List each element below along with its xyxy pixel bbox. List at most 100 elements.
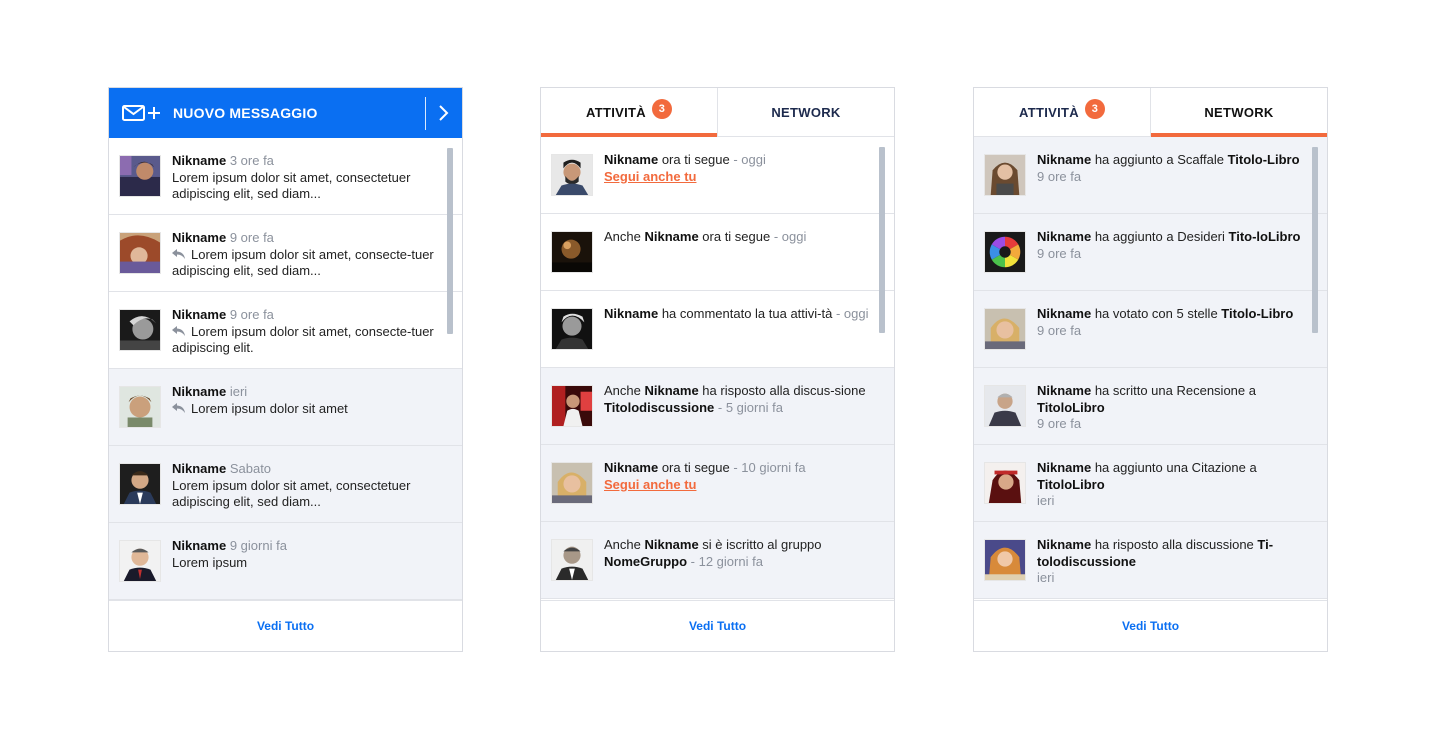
network-item[interactable]: Nikname ha votato con 5 stelle Titolo-Li… (974, 291, 1327, 368)
message-text: Nikname ieri Lorem ipsum dolor sit amet (172, 384, 440, 417)
message-item[interactable]: Nikname 9 ore fa Lorem ipsum dolor sit a… (109, 215, 462, 292)
activity-item[interactable]: Nikname ora ti segue - oggi Segui anche … (541, 137, 894, 214)
sender-name[interactable]: Nikname (172, 230, 226, 245)
activity-item[interactable]: Anche Nikname si è iscritto al gruppo No… (541, 522, 894, 599)
footer: Vedi Tutto (974, 600, 1327, 651)
network-text: Nikname ha aggiunto a Scaffale Titolo-Li… (1037, 152, 1305, 185)
activity-list[interactable]: Nikname ora ti segue - oggi Segui anche … (541, 137, 894, 599)
tab-network[interactable]: NETWORK (717, 88, 894, 136)
avatar (551, 385, 593, 427)
activity-time: - 12 giorni fa (687, 553, 763, 569)
network-item[interactable]: Nikname ha aggiunto a Scaffale Titolo-Li… (974, 137, 1327, 214)
scrollbar[interactable] (1312, 147, 1318, 333)
activity-item[interactable]: Nikname ora ti segue - 10 giorni fa Segu… (541, 445, 894, 522)
network-text: Nikname ha risposto alla discussione Ti-… (1037, 537, 1305, 587)
user-name[interactable]: Nikname (644, 537, 698, 552)
book-title-link[interactable]: Titolo-Libro (1228, 152, 1300, 167)
sender-name[interactable]: Nikname (172, 538, 226, 553)
network-time: 9 ore fa (1037, 245, 1082, 261)
book-title-link[interactable]: TitoloLibro (1037, 400, 1105, 415)
scrollbar[interactable] (879, 147, 885, 333)
new-message-header[interactable]: NUOVO MESSAGGIO (109, 88, 462, 138)
book-title-link[interactable]: Tito-loLibro (1229, 229, 1301, 244)
avatar (119, 232, 161, 274)
see-all-link[interactable]: Vedi Tutto (257, 619, 314, 633)
message-item[interactable]: Nikname 9 ore fa Lorem ipsum dolor sit a… (109, 292, 462, 369)
see-all-link[interactable]: Vedi Tutto (1122, 619, 1179, 633)
reply-icon (172, 324, 186, 336)
message-text: Nikname 9 ore fa Lorem ipsum dolor sit a… (172, 230, 440, 280)
network-item[interactable]: Nikname ha scritto una Recensione a Tito… (974, 368, 1327, 445)
tab-activity[interactable]: ATTIVITÀ 3 (541, 88, 717, 137)
network-list[interactable]: Nikname ha aggiunto a Scaffale Titolo-Li… (974, 137, 1327, 599)
follow-back-link[interactable]: Segui anche tu (604, 477, 696, 492)
compose-message-icon[interactable] (122, 103, 162, 123)
avatar (119, 463, 161, 505)
user-name[interactable]: Nikname (1037, 152, 1091, 167)
message-list[interactable]: Nikname 3 ore fa Lorem ipsum dolor sit a… (109, 138, 462, 600)
activity-action: ora ti segue (698, 229, 771, 244)
footer: Vedi Tutto (541, 600, 894, 651)
message-preview: Lorem ipsum dolor sit amet, consecte-tue… (172, 246, 434, 279)
user-name[interactable]: Nikname (644, 229, 698, 244)
activity-text: Anche Nikname ora ti segue - oggi (604, 229, 872, 246)
network-item[interactable]: Nikname ha aggiunto a Desideri Tito-loLi… (974, 214, 1327, 291)
sender-name[interactable]: Nikname (172, 307, 226, 322)
avatar (984, 462, 1026, 504)
avatar (119, 540, 161, 582)
activity-item[interactable]: Anche Nikname ora ti segue - oggi (541, 214, 894, 291)
avatar (551, 539, 593, 581)
avatar (984, 154, 1026, 196)
message-preview: Lorem ipsum dolor sit amet (191, 400, 348, 416)
book-title-link[interactable]: Titolo-Libro (1221, 306, 1293, 321)
activity-action: ha commentato la tua attivi-tà (658, 306, 833, 321)
activity-item[interactable]: Nikname ha commentato la tua attivi-tà -… (541, 291, 894, 368)
user-name[interactable]: Nikname (604, 460, 658, 475)
user-name[interactable]: Nikname (1037, 537, 1091, 552)
user-name[interactable]: Nikname (1037, 229, 1091, 244)
tab-label: NETWORK (771, 104, 841, 120)
network-text: Nikname ha aggiunto una Citazione a Tito… (1037, 460, 1305, 510)
avatar (119, 309, 161, 351)
user-name[interactable]: Nikname (1037, 460, 1091, 475)
user-name[interactable]: Nikname (644, 383, 698, 398)
message-preview: Lorem ipsum dolor sit amet, consectetuer… (172, 477, 411, 510)
notification-badge: 3 (651, 99, 672, 119)
network-action: ha risposto alla discussione (1091, 537, 1258, 552)
user-name[interactable]: Nikname (604, 152, 658, 167)
user-name[interactable]: Nikname (1037, 306, 1091, 321)
sender-name[interactable]: Nikname (172, 384, 226, 399)
message-time: ieri (229, 384, 248, 399)
avatar (984, 231, 1026, 273)
user-name[interactable]: Nikname (604, 306, 658, 321)
new-message-title[interactable]: NUOVO MESSAGGIO (173, 105, 318, 121)
message-item[interactable]: Nikname 9 giorni fa Lorem ipsum (109, 523, 462, 600)
scrollbar[interactable] (447, 148, 453, 334)
sender-name[interactable]: Nikname (172, 461, 226, 476)
message-item[interactable]: Nikname 3 ore fa Lorem ipsum dolor sit a… (109, 138, 462, 215)
network-item[interactable]: Nikname ha risposto alla discussione Ti-… (974, 522, 1327, 599)
discussion-link[interactable]: Titolodiscussione (604, 400, 714, 415)
group-link[interactable]: NomeGruppo (604, 554, 687, 569)
book-title-link[interactable]: TitoloLibro (1037, 477, 1105, 492)
message-text: Nikname 9 giorni fa Lorem ipsum (172, 538, 440, 571)
see-all-link[interactable]: Vedi Tutto (689, 619, 746, 633)
message-item[interactable]: Nikname Sabato Lorem ipsum dolor sit ame… (109, 446, 462, 523)
user-name[interactable]: Nikname (1037, 383, 1091, 398)
chevron-right-icon[interactable] (436, 103, 450, 123)
tab-activity[interactable]: ATTIVITÀ 3 (974, 88, 1150, 136)
activity-panel: ATTIVITÀ 3 NETWORK Nikname ora ti segue … (540, 87, 895, 652)
activity-action: si è iscritto al gruppo (698, 537, 822, 552)
activity-item[interactable]: Anche Nikname ha risposto alla discus-si… (541, 368, 894, 445)
follow-back-link[interactable]: Segui anche tu (604, 169, 696, 184)
network-time: ieri (1037, 570, 1055, 585)
message-time: 9 ore fa (229, 307, 274, 322)
activity-text: Nikname ha commentato la tua attivi-tà -… (604, 306, 872, 323)
reply-icon (172, 247, 186, 259)
network-action: ha aggiunto a Desideri (1091, 229, 1229, 244)
network-item[interactable]: Nikname ha aggiunto una Citazione a Tito… (974, 445, 1327, 522)
sender-name[interactable]: Nikname (172, 153, 226, 168)
tab-network[interactable]: NETWORK (1150, 88, 1327, 137)
activity-prefix: Anche (604, 229, 645, 244)
message-item[interactable]: Nikname ieri Lorem ipsum dolor sit amet (109, 369, 462, 446)
